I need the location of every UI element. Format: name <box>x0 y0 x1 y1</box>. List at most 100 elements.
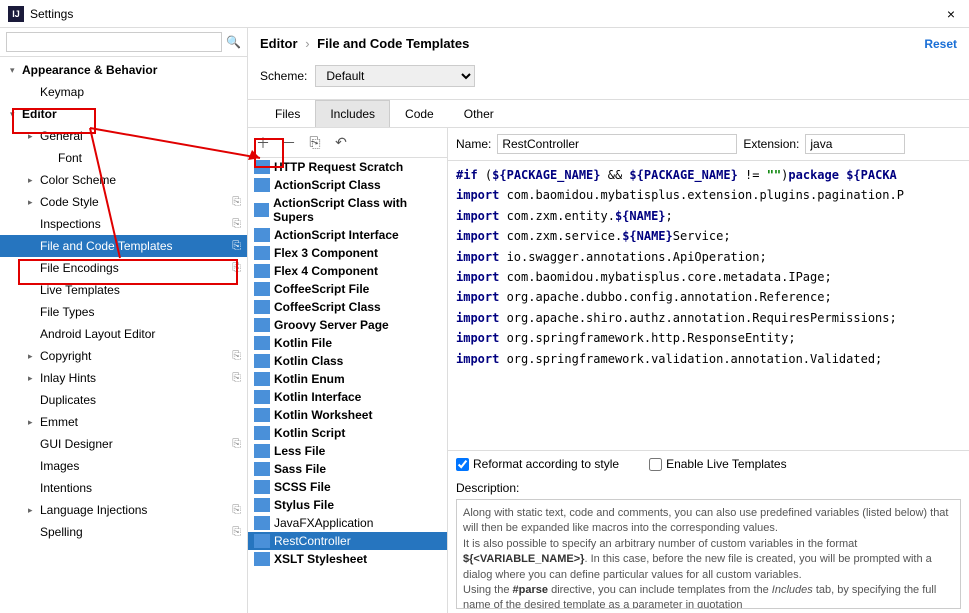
tree-item-label: Emmet <box>40 415 241 429</box>
tree-item[interactable]: Android Layout Editor <box>0 323 247 345</box>
template-item[interactable]: ActionScript Interface <box>248 226 447 244</box>
template-item[interactable]: ActionScript Class <box>248 176 447 194</box>
tree-item[interactable]: ▾Appearance & Behavior <box>0 59 247 81</box>
template-label: ActionScript Class with Supers <box>273 196 441 224</box>
ext-input[interactable] <box>805 134 905 154</box>
tree-item[interactable]: Images <box>0 455 247 477</box>
scheme-label: Scheme: <box>260 69 307 83</box>
template-item[interactable]: XSLT Stylesheet <box>248 550 447 568</box>
file-icon <box>254 444 270 458</box>
file-icon <box>254 228 270 242</box>
file-icon <box>254 552 270 566</box>
search-input[interactable] <box>6 32 222 52</box>
live-templates-checkbox[interactable]: Enable Live Templates <box>649 457 787 471</box>
file-icon <box>254 203 269 217</box>
tab-includes[interactable]: Includes <box>315 100 390 127</box>
tree-item-label: Images <box>40 459 241 473</box>
copy-button[interactable]: ⎘ <box>306 134 324 151</box>
caret-icon: ▸ <box>28 505 40 516</box>
template-item[interactable]: JavaFXApplication <box>248 514 447 532</box>
template-item[interactable]: Kotlin Worksheet <box>248 406 447 424</box>
caret-icon: ▸ <box>28 351 40 362</box>
tree-item[interactable]: ▾Editor <box>0 103 247 125</box>
template-item[interactable]: ActionScript Class with Supers <box>248 194 447 226</box>
tree-item[interactable]: ▸Code Style⎘ <box>0 191 247 213</box>
copy-icon: ⎘ <box>232 504 241 517</box>
tree-item[interactable]: ▸General <box>0 125 247 147</box>
scheme-select[interactable]: Default <box>315 65 475 87</box>
template-item[interactable]: Less File <box>248 442 447 460</box>
tab-files[interactable]: Files <box>260 100 315 127</box>
template-panel: ＋ － ⎘ ↶ HTTP Request ScratchActionScript… <box>248 128 448 613</box>
caret-icon: ▸ <box>28 373 40 384</box>
template-item[interactable]: Groovy Server Page <box>248 316 447 334</box>
template-label: CoffeeScript File <box>274 282 369 296</box>
tree-item[interactable]: ▸Inlay Hints⎘ <box>0 367 247 389</box>
template-item[interactable]: Kotlin Interface <box>248 388 447 406</box>
tree-item[interactable]: Spelling⎘ <box>0 521 247 543</box>
copy-icon: ⎘ <box>232 196 241 209</box>
tab-other[interactable]: Other <box>449 100 509 127</box>
breadcrumb: Editor › File and Code Templates <box>260 36 469 51</box>
template-item[interactable]: Kotlin Class <box>248 352 447 370</box>
reset-link[interactable]: Reset <box>924 37 957 51</box>
template-item[interactable]: Flex 3 Component <box>248 244 447 262</box>
file-icon <box>254 426 270 440</box>
template-item[interactable]: Stylus File <box>248 496 447 514</box>
tree-item-label: File Types <box>40 305 241 319</box>
file-icon <box>254 336 270 350</box>
file-icon <box>254 498 270 512</box>
tree-item[interactable]: File and Code Templates⎘ <box>0 235 247 257</box>
tree-item[interactable]: ▸Emmet <box>0 411 247 433</box>
tree-item[interactable]: Keymap <box>0 81 247 103</box>
file-icon <box>254 178 270 192</box>
undo-button[interactable]: ↶ <box>332 134 350 151</box>
editor-panel: Name: Extension: #if (${PACKAGE_NAME} &&… <box>448 128 969 613</box>
name-row: Name: Extension: <box>448 128 969 160</box>
tree-item[interactable]: GUI Designer⎘ <box>0 433 247 455</box>
template-item[interactable]: CoffeeScript Class <box>248 298 447 316</box>
tree-item[interactable]: ▸Color Scheme <box>0 169 247 191</box>
close-button[interactable]: × <box>941 6 961 22</box>
template-item[interactable]: CoffeeScript File <box>248 280 447 298</box>
tree-item[interactable]: ▸Copyright⎘ <box>0 345 247 367</box>
tree-item[interactable]: File Encodings⎘ <box>0 257 247 279</box>
template-item[interactable]: Kotlin File <box>248 334 447 352</box>
name-input[interactable] <box>497 134 737 154</box>
file-icon <box>254 354 270 368</box>
tree-item[interactable]: Duplicates <box>0 389 247 411</box>
template-label: Less File <box>274 444 325 458</box>
template-label: Groovy Server Page <box>274 318 389 332</box>
template-label: Sass File <box>274 462 326 476</box>
template-item[interactable]: Kotlin Script <box>248 424 447 442</box>
breadcrumb-sep: › <box>305 36 309 51</box>
tree-item-label: Language Injections <box>40 503 232 517</box>
tree-item-label: Code Style <box>40 195 232 209</box>
tree-item[interactable]: Live Templates <box>0 279 247 301</box>
tree-item-label: Spelling <box>40 525 232 539</box>
add-button[interactable]: ＋ <box>254 133 272 153</box>
copy-icon: ⎘ <box>232 372 241 385</box>
template-item[interactable]: Sass File <box>248 460 447 478</box>
tree-item[interactable]: Intentions <box>0 477 247 499</box>
breadcrumb-a: Editor <box>260 36 298 51</box>
template-item[interactable]: Kotlin Enum <box>248 370 447 388</box>
tree-item[interactable]: ▸Language Injections⎘ <box>0 499 247 521</box>
tree-item-label: Inlay Hints <box>40 371 232 385</box>
template-label: Stylus File <box>274 498 334 512</box>
remove-button[interactable]: － <box>280 133 298 153</box>
tree-item[interactable]: Inspections⎘ <box>0 213 247 235</box>
reformat-checkbox[interactable]: Reformat according to style <box>456 457 619 471</box>
tree-item[interactable]: Font <box>0 147 247 169</box>
tree-item[interactable]: File Types <box>0 301 247 323</box>
template-item[interactable]: RestController <box>248 532 447 550</box>
file-icon <box>254 300 270 314</box>
template-item[interactable]: Flex 4 Component <box>248 262 447 280</box>
code-editor[interactable]: #if (${PACKAGE_NAME} && ${PACKAGE_NAME} … <box>448 160 969 450</box>
template-item[interactable]: HTTP Request Scratch <box>248 158 447 176</box>
file-icon <box>254 390 270 404</box>
copy-icon: ⎘ <box>232 240 241 253</box>
template-item[interactable]: SCSS File <box>248 478 447 496</box>
tab-code[interactable]: Code <box>390 100 449 127</box>
caret-icon: ▾ <box>10 65 22 76</box>
